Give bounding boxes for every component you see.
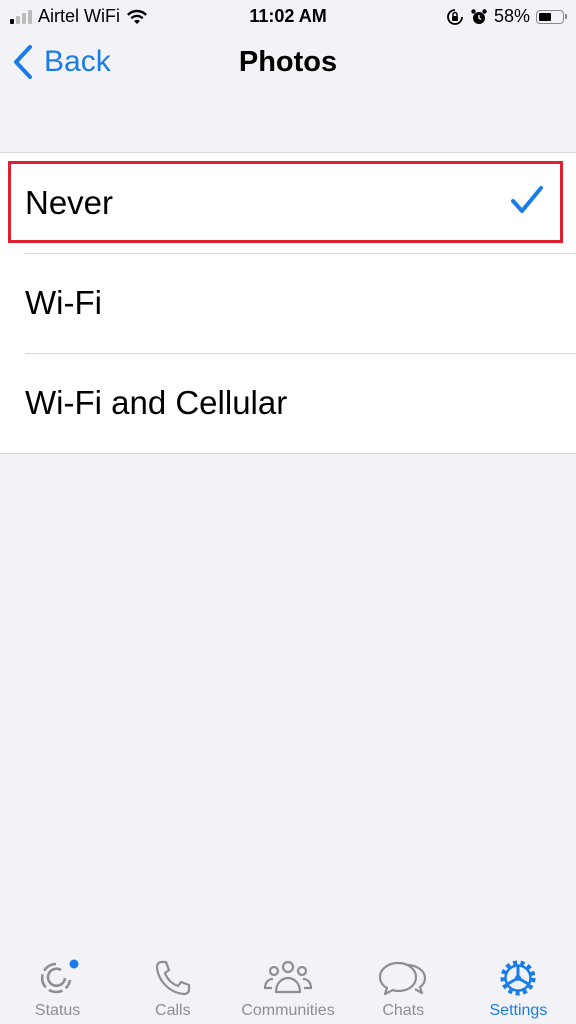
tab-label: Calls xyxy=(155,1002,191,1019)
navigation-bar: Back Photos xyxy=(0,38,576,90)
gear-icon xyxy=(500,960,536,996)
option-wifi[interactable]: Wi-Fi xyxy=(0,253,576,353)
option-label: Wi-Fi and Cellular xyxy=(25,384,288,421)
status-bar: Airtel WiFi 11:02 AM 58% xyxy=(0,0,576,32)
status-icon xyxy=(40,959,79,994)
alarm-icon xyxy=(471,8,487,24)
tab-bar: Status Calls Communities Chats Settings xyxy=(0,934,576,1024)
page-title: Photos xyxy=(238,46,338,78)
checkmark-icon xyxy=(511,186,543,213)
option-label: Never xyxy=(25,184,114,221)
chats-icon xyxy=(379,961,427,996)
tab-label: Communities xyxy=(241,1002,335,1019)
phone-icon xyxy=(155,960,190,996)
tab-status[interactable]: Status xyxy=(0,934,115,1024)
option-wifi-and-cellular[interactable]: Wi-Fi and Cellular xyxy=(0,353,576,453)
orientation-lock-icon xyxy=(447,8,463,25)
tab-label: Status xyxy=(34,1002,81,1019)
tab-label: Chats xyxy=(382,1002,425,1019)
status-right: 58% xyxy=(446,6,567,27)
options-list: Never Wi-Fi Wi-Fi and Cellular xyxy=(0,152,576,454)
option-never[interactable]: Never xyxy=(0,153,576,253)
tab-calls[interactable]: Calls xyxy=(115,934,230,1024)
status-badge xyxy=(69,959,79,969)
communities-icon xyxy=(263,960,313,994)
tab-label: Settings xyxy=(489,1002,548,1019)
battery-percent: 58% xyxy=(493,6,530,26)
tab-communities[interactable]: Communities xyxy=(230,934,345,1024)
option-label: Wi-Fi xyxy=(25,284,102,321)
battery-icon xyxy=(536,9,567,24)
tab-settings[interactable]: Settings xyxy=(461,934,576,1024)
tab-chats[interactable]: Chats xyxy=(346,934,461,1024)
